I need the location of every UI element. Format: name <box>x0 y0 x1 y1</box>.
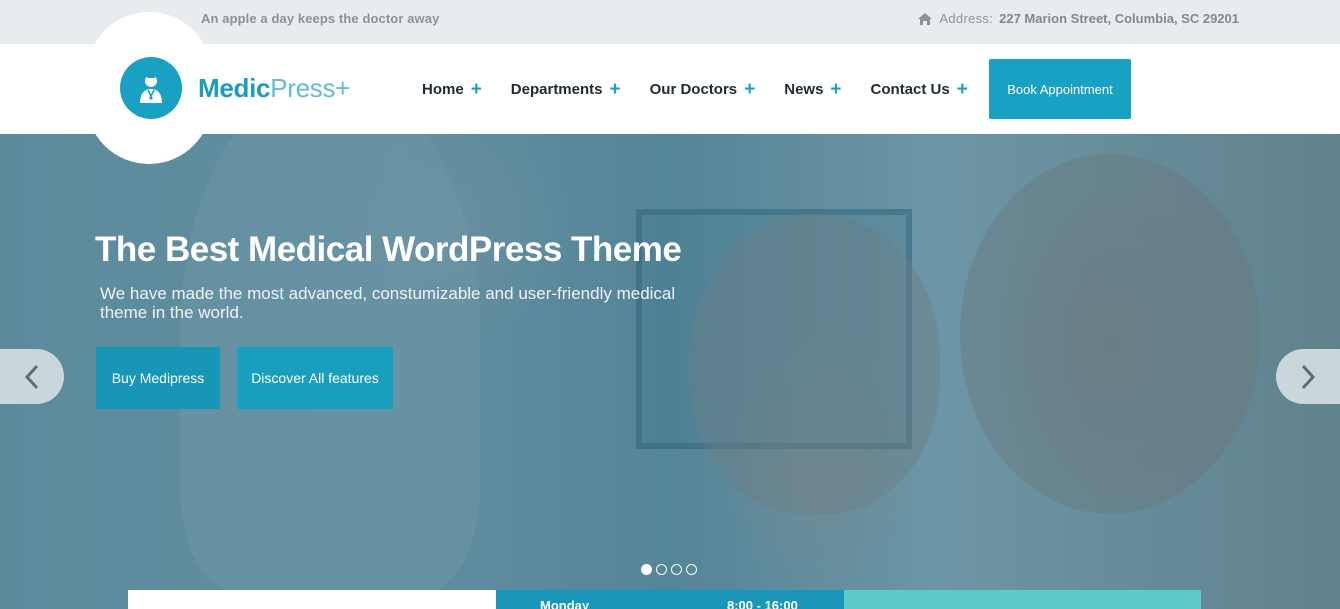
nav-item-departments[interactable]: Departments + <box>511 80 621 99</box>
hero-subtitle: We have made the most advanced, constumi… <box>100 284 676 322</box>
nav-label: Contact Us <box>870 80 950 98</box>
hero-title: The Best Medical WordPress Theme <box>95 230 682 269</box>
address-block: Address: 227 Marion Street, Columbia, SC… <box>917 11 1239 26</box>
opening-hours-panel: Monday 8:00 - 16:00 <box>496 590 844 609</box>
chevron-right-icon <box>1301 364 1316 389</box>
address-label: Address: <box>939 11 994 26</box>
nav-label: Departments <box>510 80 603 98</box>
nav-label: Home <box>422 80 464 98</box>
tagline: An apple a day keeps the doctor away <box>201 11 440 26</box>
slider-dot-4[interactable] <box>686 564 697 575</box>
buy-medipress-button[interactable]: Buy Medipress <box>96 347 220 409</box>
site-logo[interactable]: MedicPress+ <box>198 73 350 104</box>
slider-dot-1[interactable] <box>641 564 652 575</box>
plus-icon[interactable]: + <box>957 80 968 99</box>
home-icon <box>917 12 933 26</box>
logo-secondary: Press+ <box>270 73 351 103</box>
info-panel-teal <box>844 590 1201 609</box>
slider-prev-button[interactable] <box>0 349 64 404</box>
nav-item-news[interactable]: News + <box>784 80 841 99</box>
nav-label: News <box>784 80 824 98</box>
slider-dots <box>641 564 697 575</box>
book-appointment-button[interactable]: Book Appointment <box>989 59 1131 119</box>
nav-item-our-doctors[interactable]: Our Doctors + <box>650 80 756 99</box>
slider-next-button[interactable] <box>1276 349 1340 404</box>
top-bar: An apple a day keeps the doctor away Add… <box>0 0 1340 44</box>
main-nav: Home + Departments + Our Doctors + News + Co… <box>422 44 997 134</box>
opening-day: Monday <box>540 598 590 609</box>
hero-slider: The Best Medical WordPress Theme We have… <box>0 134 1340 609</box>
nav-item-home[interactable]: Home + <box>422 80 482 99</box>
slider-dot-3[interactable] <box>671 564 682 575</box>
plus-icon[interactable]: + <box>830 80 841 99</box>
chevron-left-icon <box>24 364 39 389</box>
discover-features-button[interactable]: Discover All features <box>237 347 393 409</box>
plus-icon[interactable]: + <box>610 80 621 99</box>
nav-item-contact-us[interactable]: Contact Us + <box>871 80 968 99</box>
doctor-icon[interactable] <box>120 57 182 119</box>
address-value: 227 Marion Street, Columbia, SC 29201 <box>999 11 1239 26</box>
logo-primary: Medic <box>198 73 271 103</box>
nav-label: Our Doctors <box>649 80 738 98</box>
slider-dot-2[interactable] <box>656 564 667 575</box>
opening-hours: 8:00 - 16:00 <box>727 598 798 609</box>
info-panel-white <box>128 590 496 609</box>
plus-icon[interactable]: + <box>744 80 755 99</box>
plus-icon[interactable]: + <box>471 80 482 99</box>
